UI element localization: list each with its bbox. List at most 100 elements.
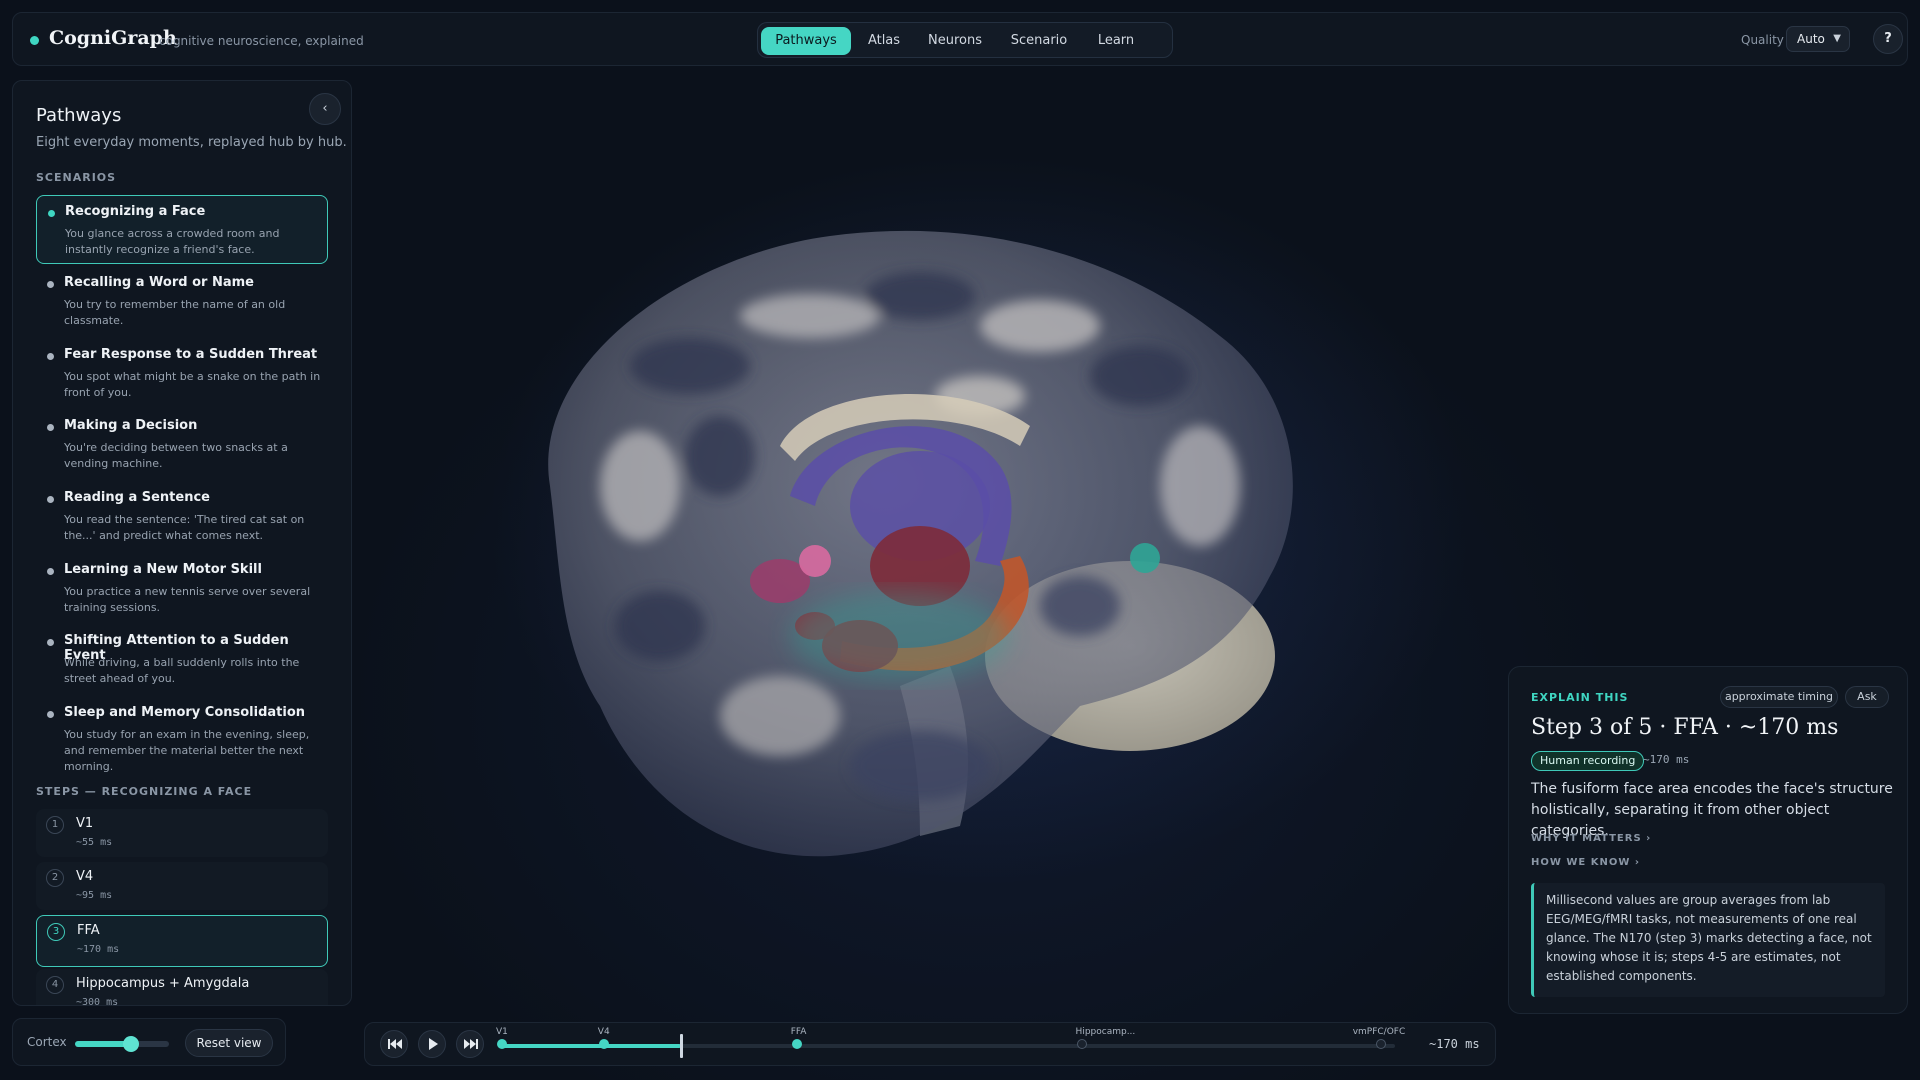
steps-label: STEPS — RECOGNIZING A FACE [36,785,253,798]
reset-view-button[interactable]: Reset view [185,1029,273,1057]
scenario-dot-icon [47,281,54,288]
step-time: ~95 ms [76,890,113,901]
step-name: V1 [76,816,94,831]
tab-atlas[interactable]: Atlas [857,27,911,55]
scenario-dot-icon [47,568,54,575]
scenario-dot-icon [47,424,54,431]
step-number: 4 [46,976,64,994]
step-item[interactable]: 3 FFA ~170 ms [36,915,328,967]
quality-select[interactable]: Auto ▼ [1786,26,1850,52]
how-we-know-link[interactable]: HOW WE KNOW › [1531,857,1640,868]
brain-3d-model[interactable] [360,66,1500,1016]
scenario-item[interactable]: Recognizing a Face You glance across a c… [36,195,328,264]
cortex-slider[interactable] [75,1036,169,1052]
scenario-title: Learning a New Motor Skill [64,562,262,577]
timeline-marker[interactable] [598,1039,609,1049]
chevron-down-icon: ▼ [1833,33,1841,44]
scenario-title: Recalling a Word or Name [64,275,254,290]
scenario-item[interactable]: Sleep and Memory Consolidation You study… [36,697,328,773]
timeline-marker[interactable] [497,1039,507,1049]
quality-value: Auto [1797,32,1825,46]
scenario-title: Fear Response to a Sudden Threat [64,347,318,362]
scenario-dot-icon [47,496,54,503]
scenario-item[interactable]: Learning a New Motor Skill You practice … [36,554,328,622]
timeline-marker-label: FFA [790,1027,807,1037]
step-item[interactable]: 1 V1 ~55 ms [36,809,328,857]
explain-title: Step 3 of 5 · FFA · ~170 ms [1531,715,1839,740]
scenario-desc: You practice a new tennis serve over sev… [64,585,311,614]
scenario-item[interactable]: Reading a Sentence You read the sentence… [36,482,328,550]
quality-label: Quality [1741,33,1784,47]
timeline-marker[interactable] [1076,1039,1087,1049]
step-number: 3 [47,923,65,941]
collapse-panel-button[interactable]: ‹ [309,93,341,125]
panel-title: Pathways [36,105,122,126]
timeline-marker-label: V1 [496,1027,508,1037]
skip-forward-button[interactable] [456,1030,484,1058]
scenario-item[interactable]: Fear Response to a Sudden Threat You spo… [36,339,328,407]
app-name: CogniGraph [49,27,177,49]
why-it-matters-link[interactable]: WHY IT MATTERS › [1531,833,1651,844]
tab-pathways[interactable]: Pathways [761,27,851,55]
step-item[interactable]: 4 Hippocampus + Amygdala ~300 ms [36,969,328,1006]
main-nav: Pathways Atlas Neurons Scenario Learn [757,22,1173,58]
timeline-progress [502,1044,681,1048]
scenario-item[interactable]: Making a Decision You're deciding betwee… [36,410,328,478]
scenario-dot-icon [47,639,54,646]
scenario-desc: You spot what might be a snake on the pa… [64,370,321,399]
explain-time: ~170 ms [1643,753,1690,766]
scenario-dot-icon [47,353,54,360]
playback-timeline: V1 V4 FFA Hippocamp... vmPFC/OFC ~170 ms [364,1022,1496,1066]
explain-card: EXPLAIN THIS approximate timing Ask Step… [1508,666,1908,1014]
scenario-item[interactable]: Recalling a Word or Name You try to reme… [36,267,328,335]
top-bar: CogniGraph cognitive neuroscience, expla… [12,12,1908,66]
timeline-track[interactable] [502,1044,1395,1048]
node-teal [1130,543,1160,573]
timeline-marker[interactable] [791,1039,802,1049]
panel-subtitle: Eight everyday moments, replayed hub by … [36,135,347,150]
play-button[interactable] [418,1030,446,1058]
explain-label: EXPLAIN THIS [1531,691,1629,704]
pathways-panel: Pathways Eight everyday moments, replaye… [12,80,352,1006]
step-number: 1 [46,816,64,834]
step-time: ~55 ms [76,837,113,848]
scenarios-label: SCENARIOS [36,171,117,184]
scenario-desc: You glance across a crowded room and ins… [65,227,280,256]
tab-scenario[interactable]: Scenario [999,27,1079,55]
timeline-marker-label: Hippocamp... [1075,1027,1136,1037]
scenario-title: Sleep and Memory Consolidation [64,705,306,720]
scenario-item[interactable]: Shifting Attention to a Sudden Event Whi… [36,625,328,693]
step-name: V4 [76,869,94,884]
scenario-title: Recognizing a Face [65,204,206,219]
timing-note: Millisecond values are group averages fr… [1531,883,1885,997]
timeline-marker[interactable] [1375,1039,1386,1049]
scenario-dot-icon [47,711,54,718]
ask-button[interactable]: Ask [1845,686,1889,708]
scenario-desc: You try to remember the name of an old c… [64,298,286,327]
play-icon [429,1038,438,1050]
step-time: ~170 ms [77,944,120,955]
approximate-timing-chip[interactable]: approximate timing [1720,686,1838,708]
skip-back-icon [388,1039,402,1049]
scenario-dot-icon [48,210,55,217]
step-item[interactable]: 2 V4 ~95 ms [36,862,328,910]
timeline-playhead[interactable] [679,1034,683,1058]
tab-learn[interactable]: Learn [1086,27,1146,55]
step-name: FFA [77,923,100,938]
human-recording-badge: Human recording [1531,751,1645,771]
cortex-label: Cortex [27,1035,67,1049]
tab-neurons[interactable]: Neurons [918,27,992,55]
step-name: Hippocampus + Amygdala [76,976,250,991]
help-button[interactable]: ? [1873,24,1903,54]
cortex-control: Cortex Reset view [12,1018,286,1066]
step-time: ~300 ms [76,997,119,1006]
scenario-title: Making a Decision [64,418,198,433]
ffa-highlight [790,591,1010,681]
app-tagline: cognitive neuroscience, explained [159,34,364,48]
chevron-left-icon: ‹ [322,101,328,116]
brand-dot-icon [30,36,39,45]
cortex-slider-handle[interactable] [123,1036,140,1052]
scenario-title: Reading a Sentence [64,490,210,505]
timeline-marker-label: vmPFC/OFC [1352,1027,1406,1037]
skip-back-button[interactable] [380,1030,408,1058]
